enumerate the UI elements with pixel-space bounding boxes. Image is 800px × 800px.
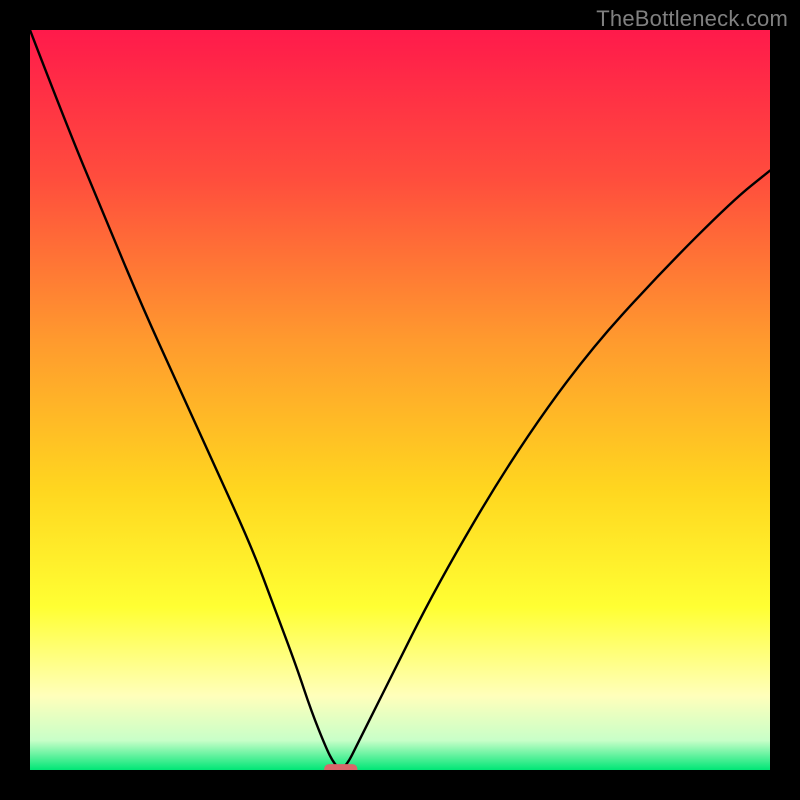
plot-area (30, 30, 770, 770)
bottleneck-chart (30, 30, 770, 770)
chart-frame: TheBottleneck.com (0, 0, 800, 800)
optimal-marker (324, 764, 357, 770)
watermark-text: TheBottleneck.com (596, 6, 788, 32)
